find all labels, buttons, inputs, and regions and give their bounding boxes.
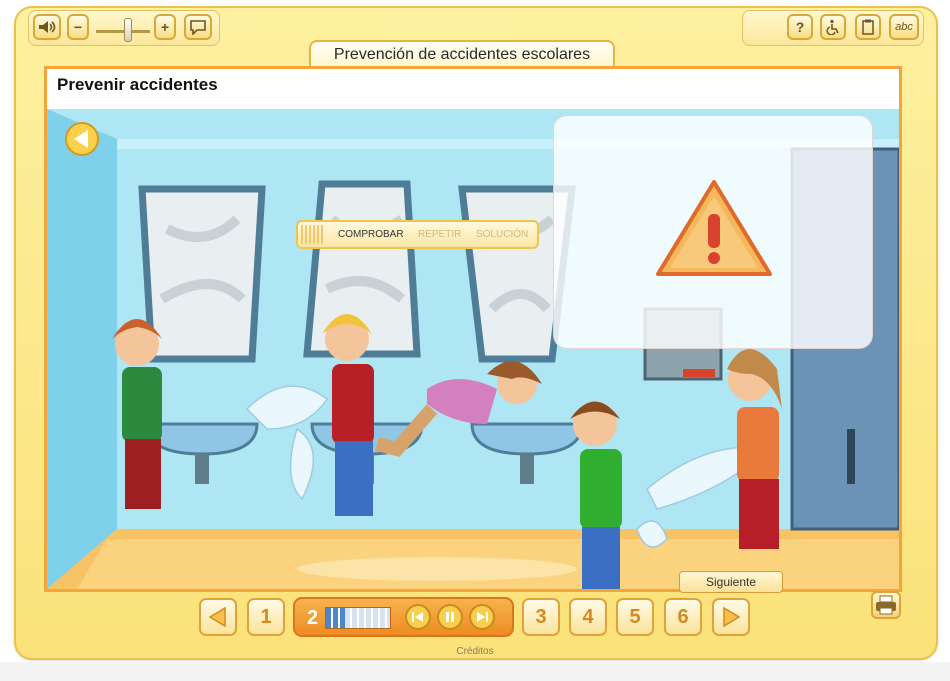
volume-down-button[interactable]: − (67, 14, 89, 40)
forward-button[interactable] (469, 604, 495, 630)
solution-button[interactable]: SOLUCIÓN (476, 229, 528, 240)
help-button[interactable]: ? (787, 14, 813, 40)
abc-button[interactable]: abc (889, 14, 919, 40)
page-5-button[interactable]: 5 (616, 598, 654, 636)
credits-link[interactable]: Créditos (0, 646, 950, 657)
page-3-button[interactable]: 3 (522, 598, 560, 636)
activity-title: Prevenir accidentes (57, 75, 218, 94)
grip-icon (301, 225, 325, 244)
warning-icon (656, 180, 772, 276)
page-1-button[interactable]: 1 (247, 598, 285, 636)
print-icon[interactable] (871, 591, 901, 619)
current-page-number: 2 (307, 607, 319, 629)
accessibility-icon[interactable] (820, 14, 846, 40)
volume-up-button[interactable]: + (154, 14, 176, 40)
volume-slider-knob[interactable] (124, 18, 132, 42)
rewind-button[interactable] (405, 604, 431, 630)
check-button[interactable]: COMPROBAR (338, 229, 404, 240)
repeat-button[interactable]: REPETIR (418, 229, 461, 240)
bottom-strip (0, 662, 950, 681)
pause-button[interactable] (437, 604, 463, 630)
window-title: Prevención de accidentes escolares (309, 40, 615, 66)
next-button[interactable]: Siguiente (679, 571, 783, 593)
back-arrow-button[interactable] (63, 119, 95, 151)
speech-bubble-icon[interactable] (184, 14, 212, 40)
next-page-button[interactable] (712, 598, 750, 636)
volume-icon[interactable] (33, 14, 61, 40)
page-6-button[interactable]: 6 (664, 598, 702, 636)
progress-fill (326, 608, 346, 628)
app-frame: − + ? abc Prevención de accidentes escol… (0, 0, 950, 681)
warning-panel (553, 115, 873, 349)
check-bar: COMPROBAR REPETIR SOLUCIÓN (296, 220, 539, 249)
prev-page-button[interactable] (199, 598, 237, 636)
volume-slider-track[interactable] (96, 30, 150, 33)
current-page-group: 2 (293, 597, 514, 637)
page-4-button[interactable]: 4 (569, 598, 607, 636)
notes-icon[interactable] (855, 14, 881, 40)
progress-bar (325, 607, 391, 629)
